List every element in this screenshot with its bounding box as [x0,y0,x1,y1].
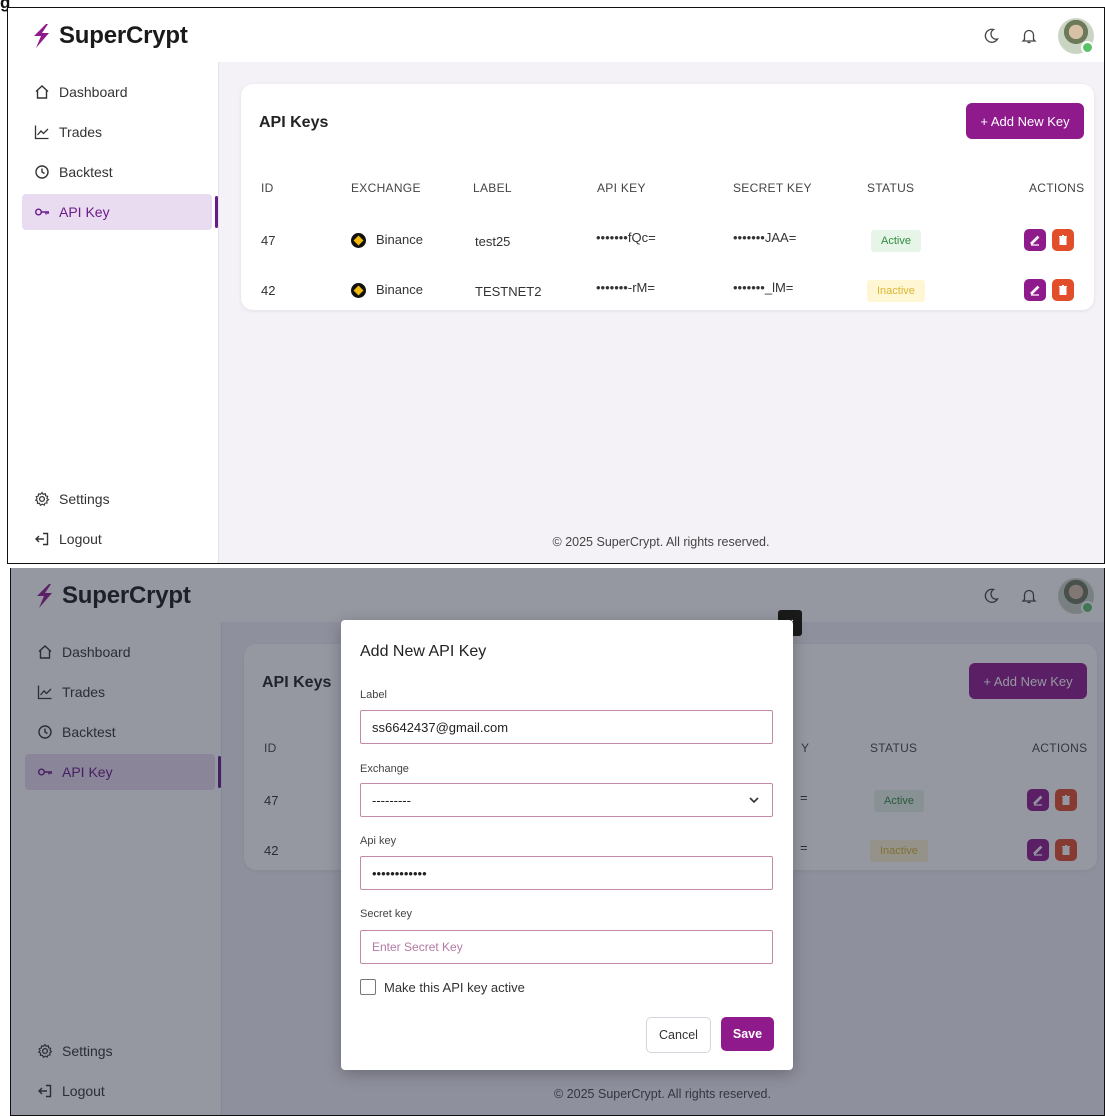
sidebar: SuperCrypt Dashboard Trades Backtest API… [8,8,219,563]
cell-exchange: Binance [376,232,423,247]
sidebar-item-trades[interactable]: Trades [22,114,212,150]
footer: © 2025 SuperCrypt. All rights reserved. [552,535,770,549]
column-header-status: STATUS [867,181,915,195]
label-input[interactable]: ss6642437@gmail.com [360,710,773,744]
cancel-button[interactable]: Cancel [646,1017,711,1053]
cell-api-key: •••••••-rM= [596,280,655,295]
bell-icon[interactable] [1020,27,1038,45]
cell-label: TESTNET2 [475,284,542,299]
chart-line-icon [34,124,50,140]
gear-icon [34,491,50,507]
sidebar-item-dashboard[interactable]: Dashboard [22,74,212,110]
exchange-field-label: Exchange [360,763,409,775]
screenshot-api-keys-list: SuperCrypt Dashboard Trades Backtest API… [7,7,1105,564]
moon-icon[interactable] [982,27,1000,45]
key-icon [34,204,50,220]
secret-key-input[interactable]: Enter Secret Key [360,930,773,964]
logout-icon [34,531,50,547]
delete-button[interactable] [1052,229,1074,251]
sidebar-nav: Dashboard Trades Backtest API Key [22,74,218,234]
cell-secret-key: •••••••_lM= [733,280,794,295]
edit-button[interactable] [1024,279,1046,301]
api-key-field-label: Api key [360,835,397,847]
brand-name: SuperCrypt [59,22,188,49]
pencil-icon [1030,235,1040,246]
sidebar-item-label: Logout [59,531,102,547]
label-field-label: Label [360,689,387,701]
cell-id: 47 [261,233,276,248]
history-icon [34,164,50,180]
cell-id: 42 [261,283,276,298]
secret-key-field-label: Secret key [360,908,412,920]
sidebar-item-label: Dashboard [59,84,128,100]
column-header-actions: ACTIONS [1029,181,1085,195]
column-header-secret-key: SECRET KEY [733,181,812,195]
api-key-input[interactable]: •••••••••••• [360,856,773,890]
sidebar-item-backtest[interactable]: Backtest [22,154,212,190]
column-header-api-key: API KEY [597,181,646,195]
sidebar-item-settings[interactable]: Settings [22,481,212,517]
checkbox-box[interactable] [360,979,376,995]
binance-icon [351,283,366,298]
status-badge: Active [871,230,921,252]
cell-secret-key: •••••••JAA= [733,230,797,245]
delete-button[interactable] [1052,279,1074,301]
sidebar-item-label: Backtest [59,164,113,180]
make-active-checkbox[interactable]: Make this API key active [360,979,525,995]
sidebar-item-label: Trades [59,124,103,140]
sidebar-item-label: Settings [59,491,110,507]
chevron-down-icon [749,797,759,804]
exchange-select[interactable]: --------- [360,783,773,817]
cell-api-key: •••••••fQc= [596,230,656,245]
sidebar-bottom: Settings Logout [22,481,212,561]
home-icon [34,84,50,100]
save-button[interactable]: Save [721,1017,774,1051]
add-api-key-modal: Add New API Key Label ss6642437@gmail.co… [341,620,793,1070]
online-status-dot [1081,41,1094,54]
column-header-exchange: EXCHANGE [351,181,421,195]
sidebar-item-label: API Key [59,204,110,220]
checkbox-label: Make this API key active [384,979,525,995]
cell-exchange: Binance [376,282,423,297]
trash-icon [1059,285,1067,295]
api-keys-card: API Keys + Add New Key ID EXCHANGE LABEL… [241,84,1094,310]
binance-icon [351,233,366,248]
screenshot-add-key-modal: SuperCrypt Dashboard Trades Backtest API… [10,568,1105,1116]
add-new-key-button[interactable]: + Add New Key [966,103,1084,139]
logo[interactable]: SuperCrypt [30,22,188,50]
modal-title: Add New API Key [360,643,487,660]
pencil-icon [1030,285,1040,296]
topbar-actions [982,18,1094,54]
topbar [218,8,1104,62]
edit-button[interactable] [1024,229,1046,251]
sidebar-item-logout[interactable]: Logout [22,521,212,557]
status-badge: Inactive [867,280,925,302]
brand-logo-icon [34,24,49,48]
column-header-label: LABEL [473,181,512,195]
column-header-id: ID [261,181,274,195]
cell-label: test25 [475,234,511,249]
sidebar-item-api-key[interactable]: API Key [22,194,218,230]
card-title: API Keys [259,114,329,131]
avatar[interactable] [1058,18,1094,54]
exchange-selected-value: --------- [372,792,411,808]
trash-icon [1059,235,1067,245]
